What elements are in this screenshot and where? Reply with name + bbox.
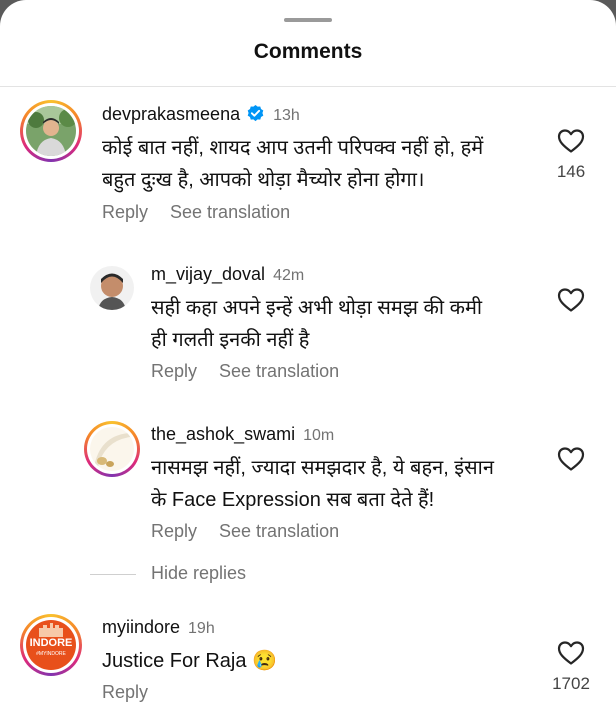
comments-sheet: Comments devprakasmeena 13h कोई बात नहीं,… <box>0 0 616 708</box>
see-translation-button[interactable]: See translation <box>219 361 339 381</box>
see-translation-button[interactable]: See translation <box>219 521 339 541</box>
comment-actions: Reply See translation <box>102 202 312 223</box>
page-title: Comments <box>253 40 363 63</box>
like-count: 146 <box>556 162 586 181</box>
avatar[interactable] <box>90 427 134 471</box>
comment-actions: Reply See translation <box>151 521 361 542</box>
reply-button[interactable]: Reply <box>151 361 197 381</box>
avatar-logo-subtext: #MYINDORE <box>36 651 66 657</box>
header-divider <box>0 86 616 87</box>
reply-button[interactable]: Reply <box>151 521 197 541</box>
comment-text: कोई बात नहीं, शायद आप उतनी परिपक्व नहीं … <box>102 137 484 191</box>
username[interactable]: devprakasmeena <box>102 104 240 124</box>
comment-text: नासमझ नहीं, ज्यादा समझदार है, ये बहन, इं… <box>151 457 494 511</box>
username[interactable]: m_vijay_doval <box>151 264 265 284</box>
like-count: 1702 <box>552 674 590 693</box>
timestamp: 42m <box>273 267 305 284</box>
comment-actions: Reply <box>102 682 170 703</box>
hide-replies-line <box>90 574 136 575</box>
avatar[interactable]: INDORE #MYINDORE <box>26 620 76 670</box>
comment-actions: Reply See translation <box>151 361 361 382</box>
timestamp: 13h <box>273 107 300 124</box>
like-heart-icon[interactable] <box>557 446 585 472</box>
like-heart-icon[interactable] <box>557 128 585 154</box>
avatar-logo-text: INDORE <box>29 637 73 649</box>
reply-button[interactable]: Reply <box>102 682 148 702</box>
like-heart-icon[interactable] <box>557 287 585 313</box>
comment-header: m_vijay_doval 42m <box>151 264 304 285</box>
hide-replies-button[interactable]: Hide replies <box>151 563 246 584</box>
username[interactable]: myiindore <box>102 617 180 637</box>
verified-badge-icon <box>246 104 265 128</box>
comment-header: devprakasmeena 13h <box>102 104 300 128</box>
avatar[interactable] <box>26 106 76 156</box>
avatar[interactable] <box>90 266 134 310</box>
drag-handle[interactable] <box>284 18 332 22</box>
timestamp: 10m <box>303 427 335 444</box>
reply-button[interactable]: Reply <box>102 202 148 222</box>
like-heart-icon[interactable] <box>557 640 585 666</box>
timestamp: 19h <box>188 620 215 637</box>
see-translation-button[interactable]: See translation <box>170 202 290 222</box>
username[interactable]: the_ashok_swami <box>151 424 295 444</box>
comment-text: Justice For Raja 😢 <box>102 650 277 672</box>
comment-text: सही कहा अपने इन्हें अभी थोड़ा समझ की कमी… <box>151 297 483 351</box>
comment-header: the_ashok_swami 10m <box>151 424 334 445</box>
comment-header: myiindore 19h <box>102 617 215 638</box>
